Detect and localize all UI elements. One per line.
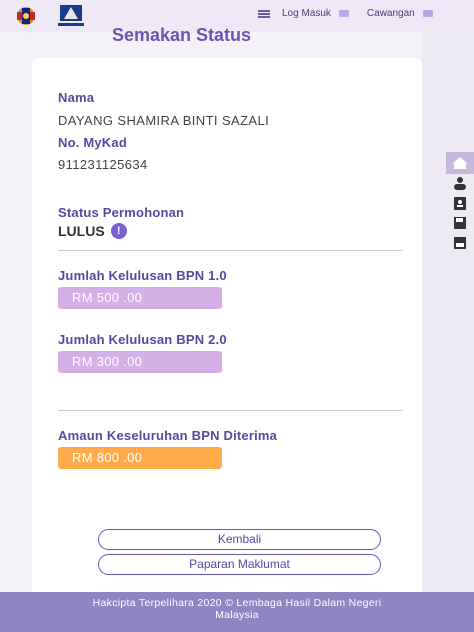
hamburger-icon[interactable] [258,9,270,18]
lock-icon [338,10,349,17]
mykad-label: No. MyKad [58,135,127,150]
status-label: Status Permohonan [58,205,185,220]
bpn1-amount: RM 500 .00 [58,287,222,309]
side-save[interactable] [446,215,474,231]
home-icon [452,157,468,169]
bpn2-label: Jumlah Kelulusan BPN 2.0 [58,332,227,347]
status-row: LULUS ! [58,223,127,239]
mykad-value: 911231125634 [58,157,148,172]
briefcase-icon [422,10,433,17]
bpn2-amount: RM 300 .00 [58,351,222,373]
login-link[interactable]: Log Masuk [282,8,331,19]
divider [58,410,403,411]
view-details-button[interactable]: Paparan Maklumat [98,554,381,575]
side-document[interactable] [446,235,474,251]
status-value: LULUS [58,223,105,239]
save-icon [454,217,466,229]
info-icon[interactable]: ! [110,223,127,239]
footer: Hakcipta Terpelihara 2020 © Lembaga Hasi… [0,592,474,632]
footer-line2: Malaysia [215,609,259,621]
user-icon [454,177,466,190]
bpn1-label: Jumlah Kelulusan BPN 1.0 [58,268,227,283]
document-icon [454,237,466,249]
id-card-icon [454,196,466,210]
top-menu: Log Masuk Cawangan [258,8,433,19]
crest-logo [17,7,35,25]
branch-link[interactable]: Cawangan [367,8,415,19]
page-title: Semakan Status [112,25,252,45]
side-home[interactable] [446,152,474,174]
side-card[interactable] [446,195,474,211]
divider [58,250,403,251]
name-label: Nama [58,90,95,105]
side-profile[interactable] [446,175,474,191]
total-label: Amaun Keseluruhan BPN Diterima [58,428,278,443]
footer-line1: Hakcipta Terpelihara 2020 © Lembaga Hasi… [92,597,382,609]
name-value: DAYANG SHAMIRA BINTI SAZALI [58,113,270,128]
lhdn-logo [58,5,84,26]
total-amount: RM 800 .00 [58,447,222,469]
side-strip [422,32,474,592]
back-button[interactable]: Kembali [98,529,381,550]
